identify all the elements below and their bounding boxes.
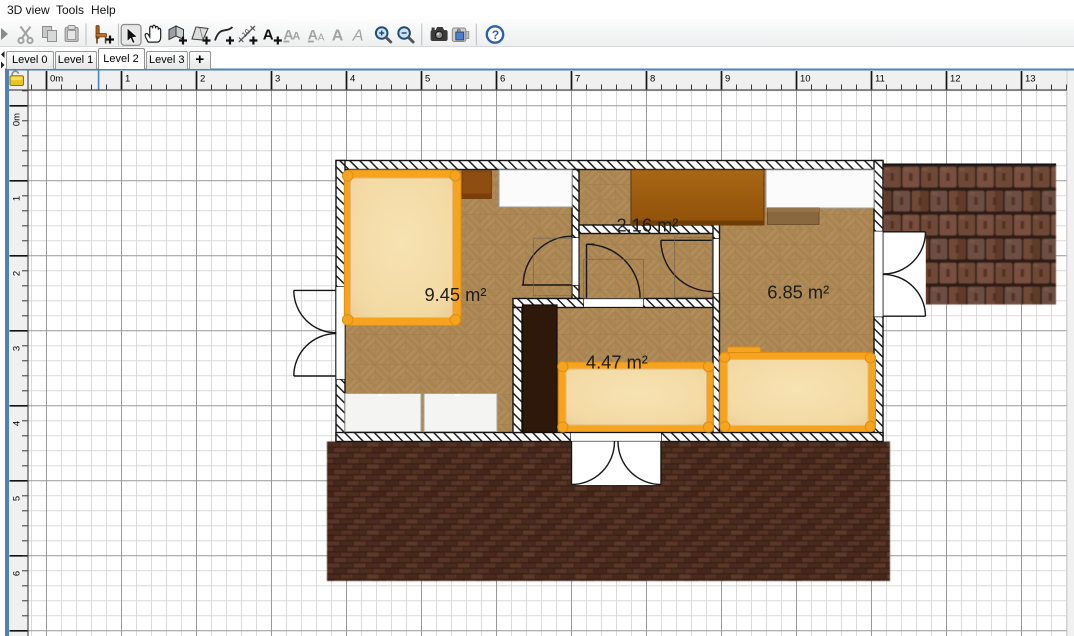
- svg-text:6.85 m²: 6.85 m²: [767, 281, 829, 302]
- svg-text:10: 10: [800, 73, 811, 84]
- svg-text:11: 11: [875, 73, 885, 84]
- svg-text:?: ?: [492, 28, 499, 42]
- svg-text:10: 10: [241, 28, 252, 39]
- svg-text:A: A: [308, 26, 318, 42]
- svg-text:13: 13: [1025, 73, 1036, 84]
- svg-text:0m: 0m: [11, 113, 22, 126]
- svg-text:A: A: [318, 32, 325, 43]
- svg-text:3: 3: [275, 73, 280, 84]
- svg-text:A: A: [292, 30, 300, 42]
- svg-text:7: 7: [575, 73, 580, 84]
- svg-text:2: 2: [11, 271, 22, 276]
- svg-text:2: 2: [200, 73, 205, 84]
- svg-text:2.16 m²: 2.16 m²: [617, 214, 679, 235]
- svg-text:A: A: [263, 26, 274, 43]
- svg-text:9.45 m²: 9.45 m²: [425, 284, 487, 305]
- svg-text:12: 12: [950, 73, 961, 84]
- svg-text:5: 5: [11, 496, 22, 501]
- svg-text:4: 4: [350, 73, 355, 84]
- svg-text:A: A: [332, 27, 344, 44]
- svg-text:4.47 m²: 4.47 m²: [586, 352, 648, 373]
- svg-text:4: 4: [11, 421, 22, 426]
- svg-text:1: 1: [125, 73, 130, 84]
- svg-text:6: 6: [500, 73, 505, 84]
- svg-text:6: 6: [11, 571, 22, 576]
- svg-text:5: 5: [425, 73, 430, 84]
- svg-text:3: 3: [11, 346, 22, 351]
- svg-text:9: 9: [725, 73, 730, 84]
- svg-text:8: 8: [650, 73, 655, 84]
- svg-text:0m: 0m: [50, 73, 63, 84]
- svg-text:1: 1: [11, 196, 22, 201]
- svg-text:A: A: [352, 27, 364, 44]
